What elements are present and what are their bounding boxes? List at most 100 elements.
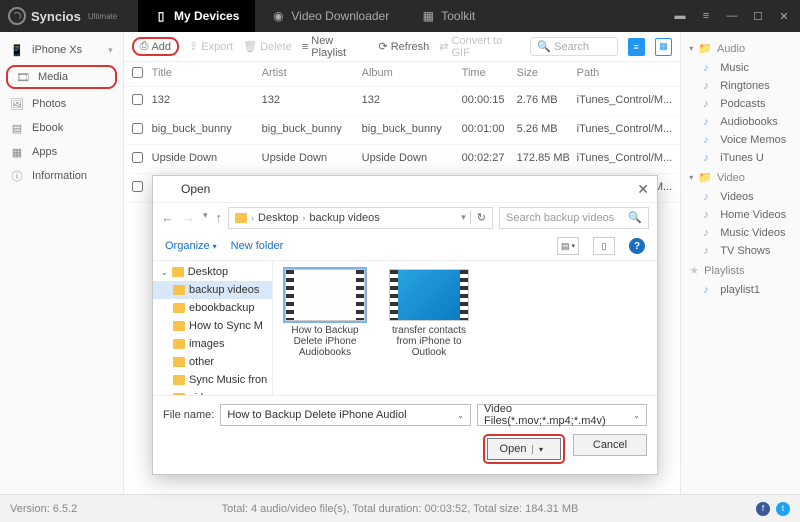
category-item[interactable]: ♪Voice Memos bbox=[685, 131, 796, 149]
apps-icon: ▦ bbox=[10, 145, 24, 159]
col-album[interactable]: Album bbox=[362, 67, 462, 81]
export-button[interactable]: ⇪Export bbox=[189, 40, 233, 53]
open-button-highlight: Open ▾ bbox=[483, 434, 565, 464]
chevron-down-icon[interactable]: ▾ bbox=[461, 212, 466, 223]
tree-node[interactable]: ⌄Desktop bbox=[153, 263, 272, 281]
new-folder-button[interactable]: New folder bbox=[231, 240, 284, 252]
table-row[interactable]: Upside DownUpside DownUpside Down00:02:2… bbox=[124, 145, 681, 174]
category-item[interactable]: ♪Music Videos bbox=[685, 224, 796, 242]
add-button[interactable]: ⎙ Add bbox=[132, 37, 179, 56]
tree-node[interactable]: video bbox=[153, 389, 272, 395]
refresh-button[interactable]: ⟳Refresh bbox=[379, 40, 430, 53]
back-icon[interactable]: ← bbox=[161, 210, 174, 225]
row-checkbox[interactable] bbox=[132, 152, 143, 163]
filename-input[interactable]: How to Backup Delete iPhone Audiol ⌄ bbox=[220, 404, 471, 426]
chevron-down-icon[interactable]: ⌄ bbox=[457, 411, 464, 420]
chevron-down-icon[interactable]: ▾ bbox=[532, 445, 548, 454]
category-item[interactable]: ♪TV Shows bbox=[685, 242, 796, 260]
category-item[interactable]: ♪Music bbox=[685, 59, 796, 77]
tree-node[interactable]: other bbox=[153, 353, 272, 371]
file-thumb[interactable]: transfer contacts from iPhone to Outlook bbox=[385, 269, 473, 358]
tree-node[interactable]: How to Sync M bbox=[153, 317, 272, 335]
folder-tree[interactable]: ⌄Desktopbackup videosebookbackupHow to S… bbox=[153, 261, 273, 395]
cancel-button[interactable]: Cancel bbox=[573, 434, 647, 456]
filetype-select[interactable]: Video Files(*.mov;*.mp4;*.m4v) ⌄ bbox=[477, 404, 647, 426]
category-item[interactable]: ♪Ringtones bbox=[685, 77, 796, 95]
refresh-icon[interactable]: ↻ bbox=[470, 211, 486, 224]
chat-icon[interactable]: ▬ bbox=[672, 10, 688, 23]
col-size[interactable]: Size bbox=[517, 67, 577, 81]
table-row[interactable]: 13213213200:00:152.76 MBiTunes_Control/M… bbox=[124, 87, 681, 116]
folder-icon bbox=[235, 213, 247, 223]
sidebar-item-ebook[interactable]: ▤ Ebook bbox=[0, 116, 123, 140]
tree-node[interactable]: images bbox=[153, 335, 272, 353]
convert-gif-button[interactable]: ⇄Convert to GIF bbox=[439, 35, 520, 59]
list-icon: ≡ bbox=[302, 41, 308, 53]
organize-button[interactable]: Organize▾ bbox=[165, 240, 217, 252]
breadcrumb[interactable]: › Desktop › backup videos ▾ ↻ bbox=[228, 207, 493, 229]
sidebar-item-media[interactable]: 🎞 Media bbox=[6, 65, 117, 89]
category-item[interactable]: ♪Podcasts bbox=[685, 95, 796, 113]
new-playlist-button[interactable]: ≡New Playlist bbox=[302, 35, 369, 59]
forward-icon[interactable]: → bbox=[182, 210, 195, 225]
table-row[interactable]: big_buck_bunnybig_buck_bunnybig_buck_bun… bbox=[124, 116, 681, 145]
file-thumb[interactable]: How to Backup Delete iPhone Audiobooks bbox=[281, 269, 369, 358]
file-list[interactable]: How to Backup Delete iPhone Audiobooks t… bbox=[273, 261, 657, 395]
tree-node[interactable]: backup videos bbox=[153, 281, 272, 299]
col-time[interactable]: Time bbox=[462, 67, 517, 81]
category-item[interactable]: ♪Audiobooks bbox=[685, 113, 796, 131]
cell-size: 5.26 MB bbox=[517, 123, 577, 137]
chevron-down-icon[interactable]: ▾ bbox=[203, 210, 208, 225]
delete-button[interactable]: 🗑Delete bbox=[243, 40, 292, 53]
category-item[interactable]: ♪playlist1 bbox=[685, 281, 796, 299]
facebook-icon[interactable]: f bbox=[756, 502, 770, 516]
filename-label: File name: bbox=[163, 409, 214, 421]
cell-title: Upside Down bbox=[152, 152, 262, 166]
section-video[interactable]: ▾📁Video bbox=[685, 167, 796, 188]
cell-album: big_buck_bunny bbox=[362, 123, 462, 137]
open-button[interactable]: Open ▾ bbox=[487, 438, 561, 460]
dialog-search[interactable]: Search backup videos 🔍 bbox=[499, 207, 649, 229]
row-checkbox[interactable] bbox=[132, 123, 143, 134]
select-all-checkbox[interactable] bbox=[132, 67, 143, 78]
section-playlists[interactable]: ★Playlists bbox=[685, 260, 796, 281]
row-checkbox[interactable] bbox=[132, 94, 143, 105]
crumb-desktop[interactable]: Desktop bbox=[258, 212, 298, 224]
help-icon[interactable]: ? bbox=[629, 238, 645, 254]
dialog-toolbar: Organize▾ New folder ▤▾ ▯ ? bbox=[153, 232, 657, 260]
sidebar-item-apps[interactable]: ▦ Apps bbox=[0, 140, 123, 164]
row-checkbox[interactable] bbox=[132, 181, 143, 192]
crumb-folder[interactable]: backup videos bbox=[309, 212, 379, 224]
tab-my-devices[interactable]: ▯ My Devices bbox=[138, 0, 255, 32]
tab-video-downloader[interactable]: ◉ Video Downloader bbox=[255, 0, 405, 32]
category-item[interactable]: ♪iTunes U bbox=[685, 149, 796, 167]
category-item[interactable]: ♪Home Videos bbox=[685, 206, 796, 224]
maximize-icon[interactable]: ☐ bbox=[750, 10, 766, 23]
view-list-button[interactable]: ≡ bbox=[628, 38, 645, 56]
category-item[interactable]: ♪Videos bbox=[685, 188, 796, 206]
music-icon: ♪ bbox=[703, 152, 715, 164]
expand-icon[interactable]: ⌄ bbox=[161, 268, 168, 277]
view-grid-button[interactable]: ▦ bbox=[655, 38, 672, 56]
col-title[interactable]: Title bbox=[152, 67, 262, 81]
search-input[interactable]: 🔍Search bbox=[530, 37, 617, 56]
close-icon[interactable]: ✕ bbox=[776, 10, 792, 23]
minimize-icon[interactable]: — bbox=[724, 10, 740, 23]
star-icon: ★ bbox=[689, 264, 699, 277]
col-path[interactable]: Path bbox=[577, 67, 673, 81]
section-audio[interactable]: ▾📁Audio bbox=[685, 38, 796, 59]
tree-node[interactable]: Sync Music fron bbox=[153, 371, 272, 389]
close-icon[interactable]: ✕ bbox=[637, 181, 649, 198]
menu-icon[interactable]: ≡ bbox=[698, 10, 714, 23]
preview-pane-button[interactable]: ▯ bbox=[593, 237, 615, 255]
up-icon[interactable]: ↑ bbox=[216, 210, 223, 225]
col-artist[interactable]: Artist bbox=[262, 67, 362, 81]
tree-node[interactable]: ebookbackup bbox=[153, 299, 272, 317]
sidebar-item-photos[interactable]: 🖼 Photos bbox=[0, 92, 123, 116]
tab-toolkit[interactable]: ▦ Toolkit bbox=[405, 0, 491, 32]
device-selector[interactable]: 📱 iPhone Xs ▾ bbox=[0, 38, 123, 62]
sidebar-item-information[interactable]: ⓘ Information bbox=[0, 164, 123, 188]
twitter-icon[interactable]: t bbox=[776, 502, 790, 516]
view-mode-button[interactable]: ▤▾ bbox=[557, 237, 579, 255]
cell-time: 00:00:15 bbox=[462, 94, 517, 108]
